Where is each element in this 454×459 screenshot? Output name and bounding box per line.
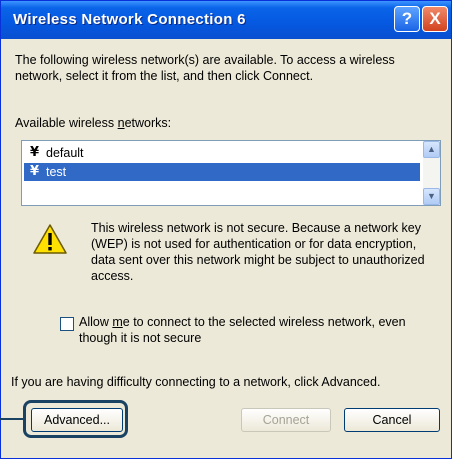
- network-item-default[interactable]: ¥ default: [24, 144, 420, 162]
- difficulty-hint-text: If you are having difficulty connecting …: [11, 375, 381, 389]
- networks-listbox[interactable]: ¥ default ¥ test ▲ ▼: [21, 140, 441, 206]
- scroll-up-icon[interactable]: ▲: [423, 141, 440, 158]
- cancel-button[interactable]: Cancel: [344, 408, 440, 432]
- available-networks-label-prefix: Available wireless: [15, 116, 118, 130]
- allow-insecure-label[interactable]: Allow me to connect to the selected wire…: [79, 314, 429, 346]
- scroll-down-icon[interactable]: ▼: [423, 188, 440, 205]
- list-scrollbar[interactable]: ▲ ▼: [423, 141, 440, 205]
- allow-insecure-label-suffix: e to connect to the selected wireless ne…: [79, 315, 406, 345]
- allow-insecure-checkbox[interactable]: [60, 317, 74, 331]
- security-warning-text: This wireless network is not secure. Bec…: [91, 221, 425, 283]
- antenna-icon: ¥: [30, 145, 40, 160]
- warning-triangle-icon: [33, 224, 67, 254]
- help-icon: ?: [401, 9, 413, 28]
- available-networks-label-accelerator: n: [117, 116, 125, 130]
- callout-pointer-line: [0, 418, 23, 420]
- close-icon: X: [429, 9, 441, 28]
- network-item-test[interactable]: ¥ test: [24, 163, 420, 181]
- dialog-window: Wireless Network Connection 6 ? X The fo…: [0, 0, 452, 459]
- intro-text: The following wireless network(s) are av…: [15, 53, 395, 83]
- advanced-button-callout: [23, 400, 128, 438]
- available-networks-label: Available wireless networks:: [15, 115, 171, 131]
- connect-button[interactable]: Connect: [241, 408, 331, 432]
- network-ssid: test: [46, 165, 67, 179]
- network-ssid: default: [46, 146, 84, 160]
- allow-insecure-label-prefix: Allow: [79, 315, 113, 329]
- antenna-icon: ¥: [30, 164, 40, 179]
- close-button[interactable]: X: [422, 6, 448, 32]
- window-title: Wireless Network Connection 6: [13, 11, 246, 28]
- help-button[interactable]: ?: [394, 6, 420, 32]
- allow-insecure-label-accelerator: m: [112, 315, 123, 329]
- available-networks-label-suffix: etworks:: [124, 116, 172, 130]
- title-bar[interactable]: Wireless Network Connection 6 ? X: [1, 1, 451, 39]
